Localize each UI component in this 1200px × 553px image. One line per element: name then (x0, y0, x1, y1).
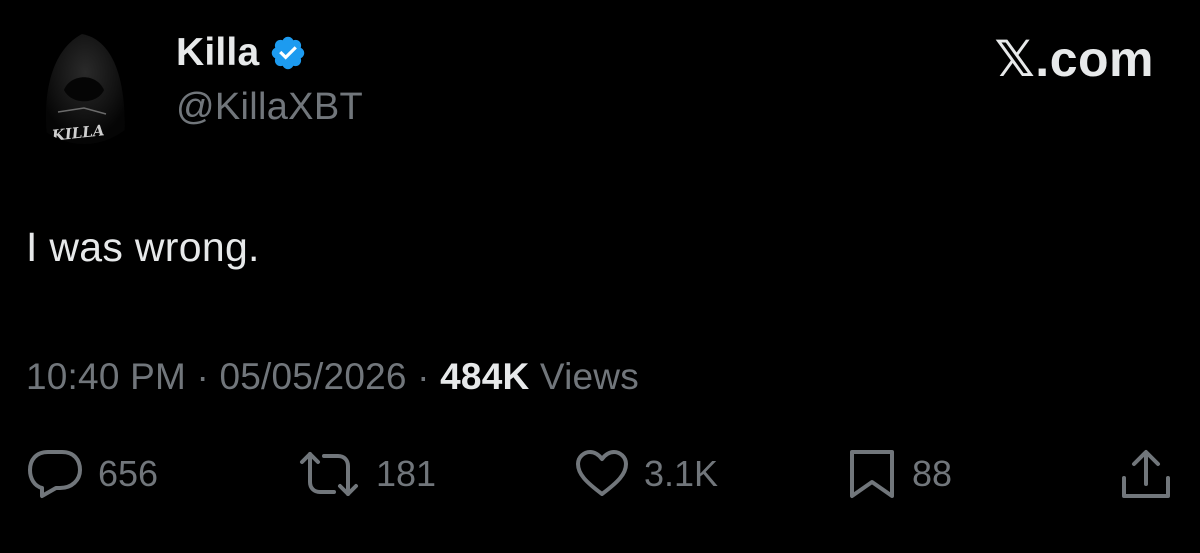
hooded-figure-avatar: KILLA (18, 12, 150, 144)
reply-button[interactable]: 656 (26, 444, 158, 504)
bookmark-button[interactable]: 88 (846, 444, 952, 504)
views-count: 484K (440, 356, 530, 397)
share-button[interactable] (1118, 444, 1174, 504)
tweet-date[interactable]: 05/05/2026 (219, 356, 406, 397)
meta-separator: · (185, 356, 220, 397)
display-name[interactable]: Killa (176, 31, 259, 75)
bookmark-count: 88 (912, 453, 953, 494)
like-count: 3.1K (644, 453, 719, 494)
brand-logo: 𝕏.com (994, 31, 1154, 87)
tweet-card: KILLA Killa @KillaXBT 𝕏.com I was wrong.… (0, 0, 1200, 553)
views-label: Views (539, 356, 639, 397)
bookmark-icon (846, 448, 898, 500)
like-button[interactable]: 3.1K (574, 444, 718, 504)
retweet-button[interactable]: 181 (296, 444, 436, 504)
meta-separator: · (406, 356, 441, 397)
verified-badge-icon[interactable] (269, 34, 307, 72)
handle[interactable]: @KillaXBT (176, 86, 363, 129)
action-bar: 656 181 3.1K 88 (0, 444, 1200, 504)
retweet-icon (296, 448, 362, 500)
tweet-time[interactable]: 10:40 PM (26, 356, 186, 397)
heart-icon (574, 448, 630, 500)
avatar[interactable]: KILLA (18, 12, 150, 144)
retweet-count: 181 (376, 453, 437, 494)
share-icon (1118, 448, 1174, 500)
author-block: Killa @KillaXBT (176, 28, 363, 129)
reply-count: 656 (98, 453, 159, 494)
reply-icon (26, 448, 84, 500)
tweet-meta: 10:40 PM · 05/05/2026 · 484K Views (26, 356, 639, 398)
tweet-text: I was wrong. (26, 224, 260, 270)
